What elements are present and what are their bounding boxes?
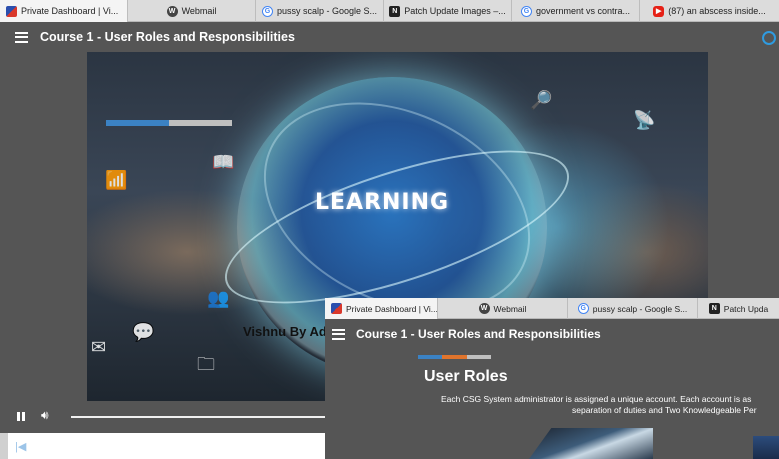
youtube-favicon-icon: ▶ [653, 5, 665, 17]
google-favicon-icon: G [577, 303, 589, 314]
description-line: separation of duties and Two Knowledgeab… [572, 405, 757, 415]
course-header: Course 1 - User Roles and Responsibiliti… [325, 319, 779, 349]
browser-tab-dashboard[interactable]: Private Dashboard | Vi... [0, 0, 128, 22]
satellite-icon: 📡 [633, 110, 656, 130]
tab-label: Webmail [181, 6, 217, 16]
tab-label: Patch Update Images –... [404, 6, 506, 16]
page-edge [0, 433, 8, 459]
tab-label: Private Dashboard | Vi... [21, 6, 119, 16]
folder-icon: 🗀 [197, 354, 215, 374]
description-line: Each CSG System administrator is assigne… [441, 394, 752, 404]
section-accent-bar [418, 355, 491, 359]
n-favicon-icon: N [389, 5, 401, 17]
tab-label: government vs contra... [535, 6, 631, 16]
browser-tab-youtube[interactable]: ▶ (87) an abscess inside... [640, 0, 779, 22]
video-overlay-text: LEARNING [315, 190, 450, 215]
tab-label: pussy scalp - Google S... [592, 303, 688, 314]
tab-label: Webmail [493, 303, 527, 314]
browser-tab-government[interactable]: G government vs contra... [512, 0, 640, 22]
lesson-progress-fill [106, 120, 169, 126]
menu-icon[interactable] [15, 31, 28, 43]
dashboard-favicon-icon [331, 303, 342, 314]
tab-label: Patch Upda [723, 303, 769, 314]
book-icon: 📖 [212, 152, 235, 172]
mail-icon: ✉ [91, 337, 107, 357]
browser-tab-webmail[interactable]: W Webmail [128, 0, 256, 22]
video-controls: 🔊︎ [0, 402, 325, 432]
accent-segment [418, 355, 443, 359]
google-favicon-icon: G [261, 5, 273, 17]
google-favicon-icon: G [520, 5, 532, 17]
pause-icon[interactable] [17, 412, 25, 421]
tab-label: (87) an abscess inside... [668, 6, 766, 16]
illustration-image [753, 436, 779, 459]
browser-tab-google-search[interactable]: G pussy scalp - Google S... [256, 0, 384, 22]
menu-icon[interactable] [332, 328, 345, 340]
accent-segment [442, 355, 467, 359]
lesson-progress-bar [106, 120, 232, 126]
tab-label: Private Dashboard | Vi... [346, 303, 438, 314]
speaker-caption: Vishnu By Ad [243, 324, 327, 339]
course-title: Course 1 - User Roles and Responsibiliti… [356, 327, 601, 341]
wifi-icon: 📶 [105, 170, 128, 190]
section-title: User Roles [424, 368, 508, 385]
dashboard-favicon-icon [6, 5, 17, 17]
browser-tab-webmail[interactable]: W Webmail [438, 298, 568, 319]
browser-tab-bar: Private Dashboard | Vi... W Webmail G pu… [0, 0, 779, 22]
webmail-favicon-icon: W [166, 5, 178, 17]
video-scrub-bar[interactable] [71, 416, 325, 418]
volume-icon[interactable]: 🔊︎ [41, 408, 49, 423]
webmail-favicon-icon: W [478, 303, 490, 314]
search-doc-icon: 🔎 [530, 90, 553, 110]
navigation-bar: |◀ [8, 433, 325, 459]
course-header: Course 1 - User Roles and Responsibiliti… [0, 22, 779, 52]
n-favicon-icon: N [708, 303, 720, 314]
browser-tab-patch-update[interactable]: N Patch Update Images –... [384, 0, 512, 22]
tab-label: pussy scalp - Google S... [276, 6, 378, 16]
accent-segment [466, 355, 491, 359]
browser-tab-bar: Private Dashboard | Vi... W Webmail G pu… [325, 298, 779, 319]
browser-tab-dashboard[interactable]: Private Dashboard | Vi... [325, 298, 438, 319]
chat-icon: 💬 [132, 322, 155, 342]
browser-tab-patch-update[interactable]: N Patch Upda [698, 298, 779, 319]
loading-spinner-icon [762, 31, 776, 45]
team-icon: 👥 [207, 288, 230, 308]
overlapping-window: Private Dashboard | Vi... W Webmail G pu… [325, 298, 779, 459]
browser-tab-google-search[interactable]: G pussy scalp - Google S... [568, 298, 698, 319]
illustration-image [529, 428, 653, 459]
skip-back-icon[interactable]: |◀ [15, 440, 26, 453]
course-title: Course 1 - User Roles and Responsibiliti… [40, 30, 295, 44]
